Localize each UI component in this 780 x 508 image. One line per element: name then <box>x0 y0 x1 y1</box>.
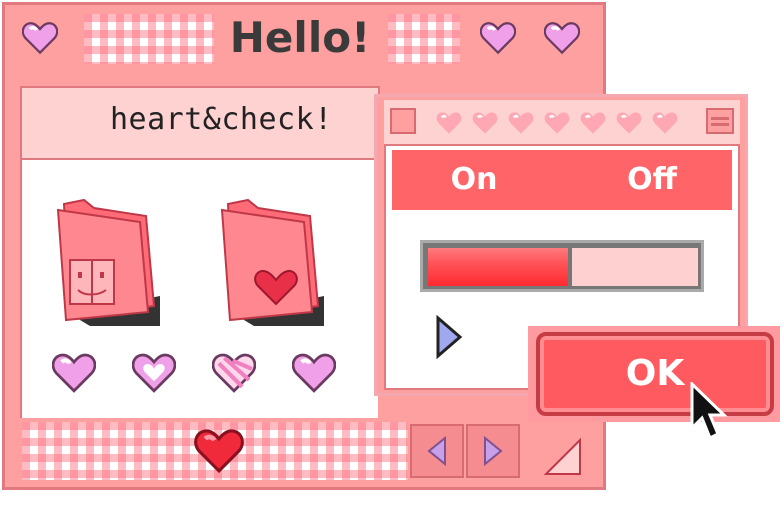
heart-icon <box>436 110 462 136</box>
heart-icon <box>544 110 570 136</box>
arrow-right-icon <box>484 435 503 467</box>
arrow-left-icon <box>427 435 446 467</box>
heart-icon <box>52 352 96 394</box>
gingham-pattern <box>84 14 214 64</box>
toggle-off-option[interactable]: Off <box>592 150 712 210</box>
heart-folder-icon[interactable] <box>214 196 324 326</box>
scroll-right-button[interactable] <box>466 424 520 478</box>
heart-icon <box>544 20 580 56</box>
progress-remaining <box>572 248 698 286</box>
heart-icon <box>22 20 58 56</box>
play-arrow-icon[interactable] <box>432 314 466 360</box>
heart-icon <box>472 110 498 136</box>
dialog-close-button[interactable] <box>390 108 416 134</box>
heart-icon <box>508 110 534 136</box>
heart-striped-icon <box>212 352 256 394</box>
dialog-zoom-button[interactable] <box>706 108 734 134</box>
heart-icon <box>652 110 678 136</box>
heart-scroll-thumb-icon[interactable] <box>194 428 244 474</box>
mouse-pointer-icon <box>690 382 728 441</box>
heart-icon <box>480 20 516 56</box>
header-label: heart&check! <box>110 102 333 137</box>
finder-folder-icon[interactable] <box>50 196 160 326</box>
heart-icon <box>292 352 336 394</box>
window-title: Hello! <box>229 13 371 62</box>
heart-icon <box>580 110 606 136</box>
scroll-left-button[interactable] <box>410 424 464 478</box>
resize-grip-icon[interactable] <box>540 436 584 478</box>
heart-outline-icon <box>132 352 176 394</box>
toggle-on-option[interactable]: On <box>414 150 534 210</box>
ok-button-label[interactable]: OK <box>536 332 774 416</box>
heart-icon <box>616 110 642 136</box>
gingham-pattern <box>388 14 460 64</box>
progress-fill <box>428 248 568 286</box>
